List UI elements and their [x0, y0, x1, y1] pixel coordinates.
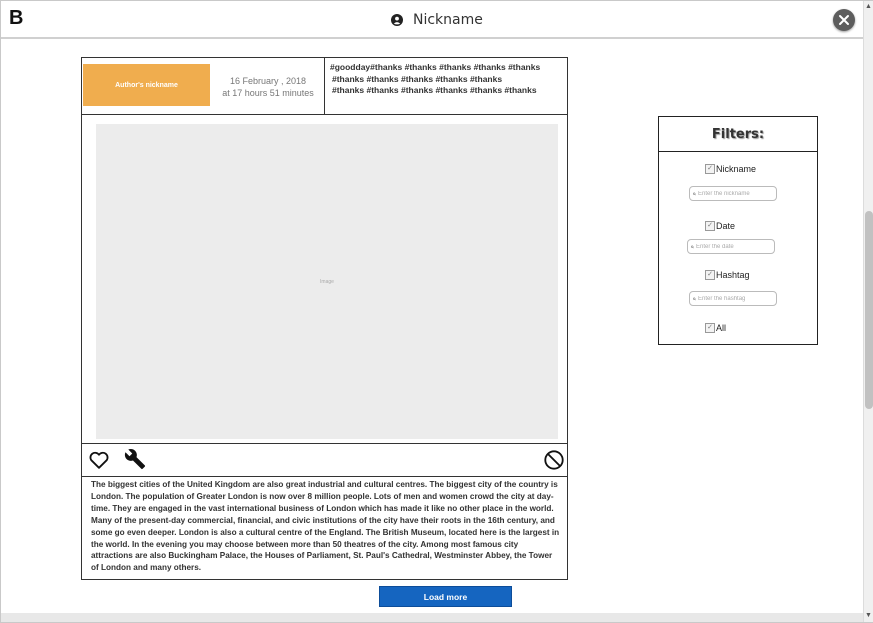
post-body-text: The biggest cities of the United Kingdom…: [91, 480, 560, 573]
checkbox-check-icon: ✓: [705, 323, 715, 333]
checkbox-check-icon: ✓: [705, 164, 715, 174]
nickname-filter-checkbox[interactable]: ✓ Nickname: [705, 164, 756, 174]
scroll-up-arrow-icon[interactable]: ▲: [865, 3, 872, 10]
image-placeholder-label: Image: [320, 278, 334, 285]
app-logo[interactable]: B: [9, 7, 23, 30]
load-more-button[interactable]: Load more: [379, 586, 512, 607]
search-icon: [691, 245, 694, 248]
horizontal-scroll-track: [1, 613, 863, 622]
post-date: 16 February , 2018 at 17 hours 51 minute…: [216, 75, 320, 99]
scrollbar[interactable]: ▲ ▼: [863, 1, 873, 622]
user-icon: [391, 14, 403, 26]
author-nickname: Author's nickname: [115, 81, 178, 89]
scrollbar-thumb[interactable]: [865, 211, 873, 409]
date-filter-field[interactable]: [687, 239, 775, 254]
close-button[interactable]: [833, 9, 855, 31]
nickname-filter-label: Nickname: [716, 164, 757, 174]
scroll-down-arrow-icon[interactable]: ▼: [865, 612, 872, 619]
app-window: B Nickname ▲ ▼ Author's nickname 16 Febr…: [0, 0, 873, 623]
date-filter-label: Date: [716, 221, 736, 231]
post-card: Author's nickname 16 February , 2018 at …: [81, 57, 568, 580]
header-divider: [324, 58, 325, 114]
author-badge[interactable]: Author's nickname: [83, 64, 210, 106]
all-filter-label: All: [716, 323, 727, 333]
top-bar: B Nickname: [1, 1, 863, 39]
nickname-filter-field[interactable]: [689, 186, 777, 201]
search-icon: [693, 297, 696, 300]
heart-icon[interactable]: [88, 449, 110, 471]
nickname-filter-input[interactable]: [698, 190, 776, 197]
filters-header: Filters:: [659, 117, 817, 152]
filters-panel: Filters: ✓ Nickname ✓ Date ✓ Hashtag ✓: [658, 116, 818, 345]
hashtag-filter-input[interactable]: [698, 295, 776, 302]
hashtag-filter-field[interactable]: [689, 291, 777, 306]
date-filter-checkbox[interactable]: ✓ Date: [705, 221, 735, 231]
checkbox-check-icon: ✓: [705, 221, 715, 231]
username: Nickname: [413, 12, 483, 28]
post-image: Image: [96, 124, 558, 439]
post-time-line: at 17 hours 51 minutes: [222, 88, 314, 98]
hashtag-line[interactable]: #thanks #thanks #thanks #thanks #thanks: [330, 74, 564, 86]
date-filter-input[interactable]: [696, 243, 774, 250]
post-actions: [82, 443, 567, 477]
hashtag-filter-checkbox[interactable]: ✓ Hashtag: [705, 270, 750, 280]
hashtag-line[interactable]: #goodday#thanks #thanks #thanks #thanks …: [330, 62, 564, 74]
post-date-line: 16 February , 2018: [229, 76, 307, 86]
checkbox-check-icon: ✓: [705, 270, 715, 280]
user-profile[interactable]: Nickname: [391, 12, 483, 28]
close-icon: [839, 15, 849, 25]
post-header: Author's nickname 16 February , 2018 at …: [82, 58, 567, 115]
filters-title: Filters:: [711, 126, 765, 142]
hashtag-filter-label: Hashtag: [716, 270, 750, 280]
hashtag-list: #goodday#thanks #thanks #thanks #thanks …: [330, 62, 564, 97]
search-icon: [693, 192, 696, 195]
block-icon[interactable]: [543, 449, 565, 471]
all-filter-checkbox[interactable]: ✓ All: [705, 323, 726, 333]
wrench-icon[interactable]: [124, 448, 146, 470]
hashtag-line[interactable]: #thanks #thanks #thanks #thanks #thanks …: [330, 85, 564, 97]
